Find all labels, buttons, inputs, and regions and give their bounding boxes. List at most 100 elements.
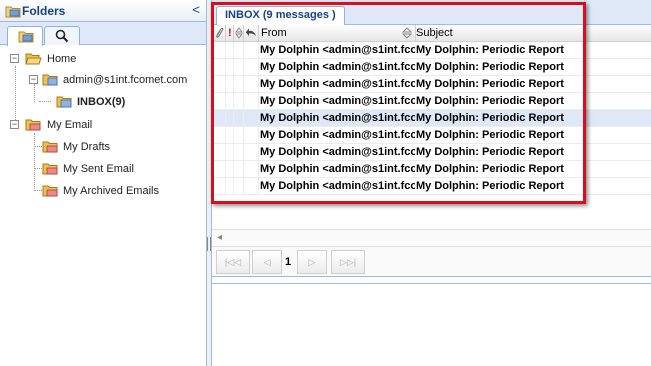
message-from: My Dolphin <admin@s1int.fcomet.com> [260, 95, 415, 107]
previous-page-button[interactable]: ◁ [252, 250, 282, 274]
collapse-panel-icon[interactable]: < [192, 2, 200, 17]
tree-item-my-email[interactable]: − My Email [10, 116, 200, 134]
message-flag-cell [226, 42, 234, 58]
message-flag-cell [244, 127, 259, 143]
tree-item-label: My Email [47, 119, 93, 131]
message-row[interactable]: My Dolphin <admin@s1int.fcomet.com>My Do… [212, 76, 651, 93]
message-flag-cell [212, 127, 226, 143]
message-row[interactable]: My Dolphin <admin@s1int.fcomet.com>My Do… [212, 178, 651, 195]
message-flag-cell [226, 110, 234, 126]
tree-item-label: My Archived Emails [63, 185, 159, 197]
message-row[interactable]: My Dolphin <admin@s1int.fcomet.com>My Do… [212, 93, 651, 110]
folders-header: Folders < [0, 0, 206, 22]
message-preview-pane [212, 283, 651, 366]
folders-tabstrip [0, 22, 206, 46]
message-subject: My Dolphin: Periodic Report [416, 146, 564, 158]
read-column[interactable] [234, 25, 244, 41]
paperclip-icon [215, 27, 224, 38]
folders-title: Folders [22, 4, 66, 18]
column-from[interactable]: From [259, 25, 416, 41]
mail-folder-icon [42, 74, 58, 86]
message-subject: My Dolphin: Periodic Report [416, 61, 564, 73]
message-from: My Dolphin <admin@s1int.fcomet.com> [260, 44, 415, 56]
priority-column[interactable]: ! [226, 25, 234, 41]
horizontal-scrollbar[interactable]: ◂ [212, 229, 651, 246]
folders-panel: Folders < − Home − admin@s1int.fcomet.co… [0, 0, 207, 366]
message-flag-cell [212, 178, 226, 194]
column-subject[interactable]: Subject [402, 25, 651, 41]
collapse-toggle-icon[interactable]: − [29, 75, 38, 84]
message-row[interactable]: My Dolphin <admin@s1int.fcomet.com>My Do… [212, 161, 651, 178]
message-flag-cell [234, 127, 244, 143]
message-flag-cell [244, 59, 259, 75]
message-from: My Dolphin <admin@s1int.fcomet.com> [260, 146, 415, 158]
message-flag-cell [234, 110, 244, 126]
tree-line [34, 168, 42, 169]
tab-inbox[interactable]: INBOX (9 messages ) [216, 6, 345, 25]
message-subject: My Dolphin: Periodic Report [416, 163, 564, 175]
tree-line [34, 146, 42, 147]
message-subject: My Dolphin: Periodic Report [416, 44, 564, 56]
reply-arrow-icon [245, 28, 256, 36]
replied-column[interactable] [244, 25, 259, 41]
tab-folders[interactable] [7, 26, 43, 46]
message-flag-cell [212, 144, 226, 160]
open-folder-icon [25, 53, 42, 65]
mail-tab-bar: INBOX (9 messages ) [212, 0, 651, 25]
message-row[interactable]: My Dolphin <admin@s1int.fcomet.com>My Do… [212, 127, 651, 144]
message-flag-cell [212, 161, 226, 177]
tree-item-drafts[interactable]: My Drafts [42, 138, 192, 156]
sort-arrows-icon [402, 27, 412, 39]
first-page-button[interactable]: |◁◁ [216, 250, 250, 274]
message-flag-cell [234, 144, 244, 160]
pagination-toolbar: |◁◁ ◁ 1 ▷ ▷▷| [212, 246, 651, 277]
message-flag-cell [226, 76, 234, 92]
message-subject: My Dolphin: Periodic Report [416, 95, 564, 107]
last-page-button[interactable]: ▷▷| [331, 250, 365, 274]
message-row[interactable]: My Dolphin <admin@s1int.fcomet.com>My Do… [212, 42, 651, 59]
collapse-toggle-icon[interactable]: − [10, 54, 19, 63]
message-flag-cell [212, 93, 226, 109]
message-row[interactable]: My Dolphin <admin@s1int.fcomet.com>My Do… [212, 144, 651, 161]
grid-header: ! From Subject [212, 25, 651, 42]
tree-item-label: My Drafts [63, 141, 111, 153]
folders-icon [18, 31, 34, 43]
inbox-folder-icon [56, 96, 72, 108]
tree-item-home[interactable]: − Home [10, 50, 200, 68]
next-page-button[interactable]: ▷ [297, 250, 327, 274]
message-flag-cell [244, 93, 259, 109]
tree-item-account[interactable]: − admin@s1int.fcomet.com [29, 71, 204, 89]
tree-item-label: admin@s1int.fcomet.com [63, 74, 188, 86]
message-flag-cell [226, 93, 234, 109]
tree-item-sent[interactable]: My Sent Email [42, 160, 192, 178]
mail-panel: INBOX (9 messages ) ! From Subject My Do… [211, 0, 651, 366]
archive-folder-icon [42, 185, 58, 197]
message-subject: My Dolphin: Periodic Report [416, 129, 564, 141]
column-header-label: Subject [416, 27, 453, 39]
email-folder-icon [25, 119, 41, 131]
message-flag-cell [234, 76, 244, 92]
tab-search[interactable] [44, 26, 80, 45]
message-from: My Dolphin <admin@s1int.fcomet.com> [260, 163, 415, 175]
attachment-column[interactable] [212, 25, 226, 41]
message-flag-cell [244, 144, 259, 160]
message-row[interactable]: My Dolphin <admin@s1int.fcomet.com>My Do… [212, 110, 651, 127]
message-flag-cell [234, 59, 244, 75]
drafts-folder-icon [42, 141, 58, 153]
tree-item-label: Home [47, 53, 77, 65]
message-flag-cell [234, 42, 244, 58]
current-page-number: 1 [285, 256, 292, 268]
collapse-toggle-icon[interactable]: − [10, 120, 19, 129]
scroll-left-icon[interactable]: ◂ [217, 232, 222, 243]
message-flag-cell [226, 144, 234, 160]
message-from: My Dolphin <admin@s1int.fcomet.com> [260, 129, 415, 141]
message-row[interactable]: My Dolphin <admin@s1int.fcomet.com>My Do… [212, 59, 651, 76]
tree-line [39, 101, 51, 102]
folders-icon [5, 6, 21, 18]
tree-item-archived[interactable]: My Archived Emails [42, 182, 197, 200]
column-header-label: From [261, 27, 287, 39]
message-from: My Dolphin <admin@s1int.fcomet.com> [260, 78, 415, 90]
search-icon [55, 29, 69, 43]
tree-item-inbox[interactable]: INBOX(9) [56, 93, 176, 111]
message-flag-cell [244, 178, 259, 194]
